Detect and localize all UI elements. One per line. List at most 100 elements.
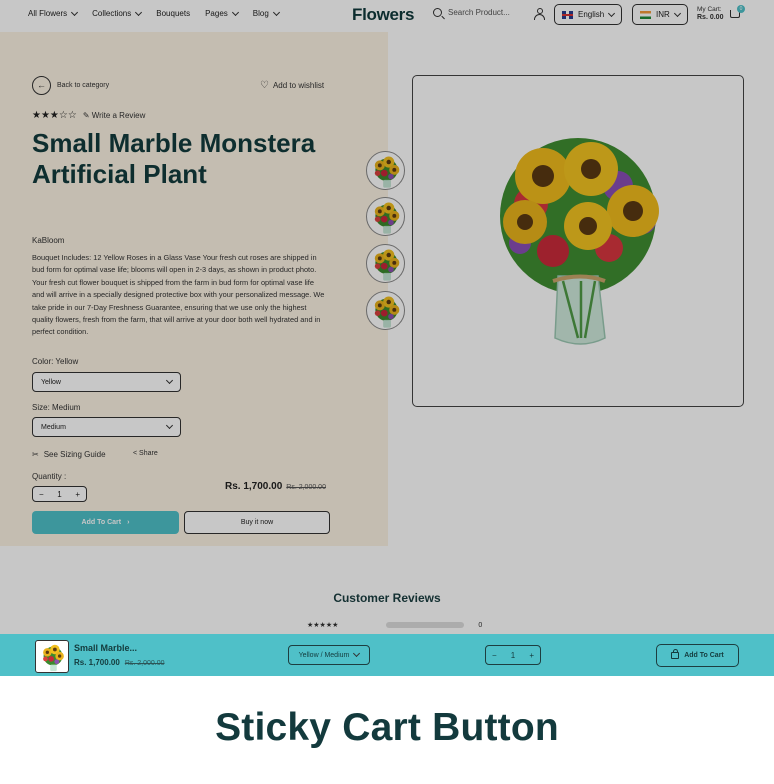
write-review-link[interactable]: ✎ Write a Review (83, 111, 146, 120)
product-price: Rs. 1,700.00 Rs. 2,000.00 (225, 481, 326, 492)
nav-label: Blog (252, 9, 269, 18)
nav-all-flowers[interactable]: All Flowers (28, 8, 79, 18)
pencil-icon: ✎ (82, 111, 90, 120)
site-logo[interactable]: Flowers (352, 5, 414, 25)
customer-reviews-heading: Customer Reviews (333, 591, 441, 605)
india-flag-icon (640, 10, 651, 19)
cart-count-badge: 0 (737, 5, 745, 13)
cart-total: Rs. 0.00 (697, 14, 724, 21)
quantity-stepper: − 1 + (32, 486, 87, 502)
sticky-product-title: Small Marble... (74, 643, 138, 653)
share-icon: < (133, 450, 138, 457)
sticky-current-price: Rs. 1,700.00 (74, 658, 120, 667)
mini-cart[interactable]: My Cart: Rs. 0.00 (697, 6, 723, 22)
review-stars: ★★★★★ (307, 622, 339, 629)
ruler-icon: ✂ (32, 450, 39, 459)
search-icon (433, 8, 442, 17)
cart-label: My Cart: (697, 6, 722, 13)
sticky-quantity-value[interactable]: 1 (511, 651, 515, 660)
chevron-down-icon (165, 421, 174, 430)
product-main-image[interactable] (412, 75, 744, 407)
compare-price: Rs. 2,000.00 (286, 484, 326, 491)
review-summary-row: ★★★★★ 0 (307, 621, 483, 630)
buy-now-button[interactable]: Buy it now (184, 511, 330, 534)
language-label: English (578, 10, 605, 19)
product-description: Bouquet Includes: 12 Yellow Roses in a G… (32, 253, 325, 337)
chevron-down-icon (71, 8, 79, 16)
plus-button[interactable]: + (75, 490, 80, 499)
back-to-category-link[interactable]: ← Back to category (32, 76, 109, 95)
sticky-add-to-cart-label: Add To Cart (684, 652, 724, 659)
sticky-variant-value: Yellow / Medium (298, 651, 350, 659)
color-value: Yellow (41, 378, 61, 386)
color-select[interactable]: Yellow (32, 372, 181, 392)
nav-collections[interactable]: Collections (92, 8, 143, 18)
product-thumbnail[interactable] (366, 197, 405, 236)
main-nav: All Flowers Collections Bouquets Pages B… (28, 8, 280, 18)
product-thumbnail[interactable] (366, 151, 405, 190)
quantity-value[interactable]: 1 (57, 490, 61, 499)
site-header: All Flowers Collections Bouquets Pages B… (0, 0, 774, 32)
uk-flag-icon (562, 10, 573, 19)
arrow-left-icon: ← (32, 76, 51, 95)
shopping-bag-icon (671, 649, 680, 659)
currency-label: INR (656, 10, 670, 19)
language-selector[interactable]: English (554, 4, 623, 25)
write-review-label: Write a Review (91, 111, 146, 120)
sizing-guide-label: See Sizing Guide (43, 450, 106, 459)
plus-button[interactable]: + (529, 651, 534, 660)
chevron-down-icon (165, 376, 174, 385)
caption-title: Sticky Cart Button (215, 706, 559, 749)
size-label: Size: Medium (32, 403, 81, 412)
back-label: Back to category (57, 82, 110, 89)
share-button[interactable]: < Share (133, 450, 158, 457)
search-placeholder: Search Product... (448, 8, 510, 17)
rating-row: ★★★☆☆ ✎ Write a Review (32, 110, 145, 121)
currency-selector[interactable]: INR (632, 4, 688, 25)
rating-stars: ★★★☆☆ (32, 110, 77, 121)
add-to-wishlist-link[interactable]: ♡ Add to wishlist (260, 79, 325, 91)
minus-button[interactable]: − (492, 651, 497, 660)
quantity-label: Quantity : (32, 472, 67, 481)
sticky-cart-bar: Small Marble... Rs. 1,700.00 Rs. 2,000.0… (0, 634, 774, 676)
heart-icon: ♡ (260, 79, 269, 91)
chevron-down-icon (272, 8, 280, 16)
chevron-down-icon (353, 649, 361, 658)
product-title: Small Marble Monstera Artificial Plant (32, 128, 316, 189)
search-bar[interactable]: Search Product... (433, 8, 510, 17)
product-brand[interactable]: KaBloom (32, 236, 64, 245)
wishlist-label: Add to wishlist (272, 81, 325, 90)
color-label: Color: Yellow (32, 357, 79, 366)
nav-blog[interactable]: Blog (252, 8, 280, 18)
chevron-down-icon (673, 9, 681, 17)
share-label: Share (139, 450, 158, 457)
add-to-cart-button[interactable]: Add To Cart › (32, 511, 179, 534)
nav-pages[interactable]: Pages (205, 8, 239, 18)
product-thumbnail[interactable] (366, 244, 405, 283)
nav-label: Bouquets (156, 9, 191, 18)
chevron-right-icon: › (127, 519, 130, 526)
sticky-add-to-cart-button[interactable]: Add To Cart (656, 644, 739, 667)
review-count: 0 (478, 621, 483, 629)
minus-button[interactable]: − (39, 490, 44, 499)
chevron-down-icon (231, 8, 239, 16)
nav-label: Pages (205, 9, 228, 18)
bouquet-image (500, 138, 659, 345)
nav-bouquets[interactable]: Bouquets (156, 9, 190, 18)
sticky-compare-price: Rs. 2,000.00 (124, 660, 165, 667)
size-value: Medium (41, 423, 66, 431)
sticky-variant-select[interactable]: Yellow / Medium (288, 645, 370, 665)
sticky-product-thumbnail (35, 640, 69, 673)
size-select[interactable]: Medium (32, 417, 181, 437)
sticky-quantity-stepper: − 1 + (485, 645, 541, 665)
account-icon[interactable] (534, 8, 545, 20)
nav-label: All Flowers (28, 9, 68, 18)
chevron-down-icon (608, 9, 616, 17)
product-thumbnail[interactable] (366, 291, 405, 330)
sticky-price: Rs. 1,700.00 Rs. 2,000.00 (74, 658, 165, 667)
review-bar (386, 622, 465, 628)
add-to-cart-label: Add To Cart (81, 519, 122, 526)
sizing-guide-link[interactable]: ✂ See Sizing Guide (32, 450, 106, 459)
current-price: Rs. 1,700.00 (225, 481, 283, 492)
nav-label: Collections (92, 9, 132, 18)
